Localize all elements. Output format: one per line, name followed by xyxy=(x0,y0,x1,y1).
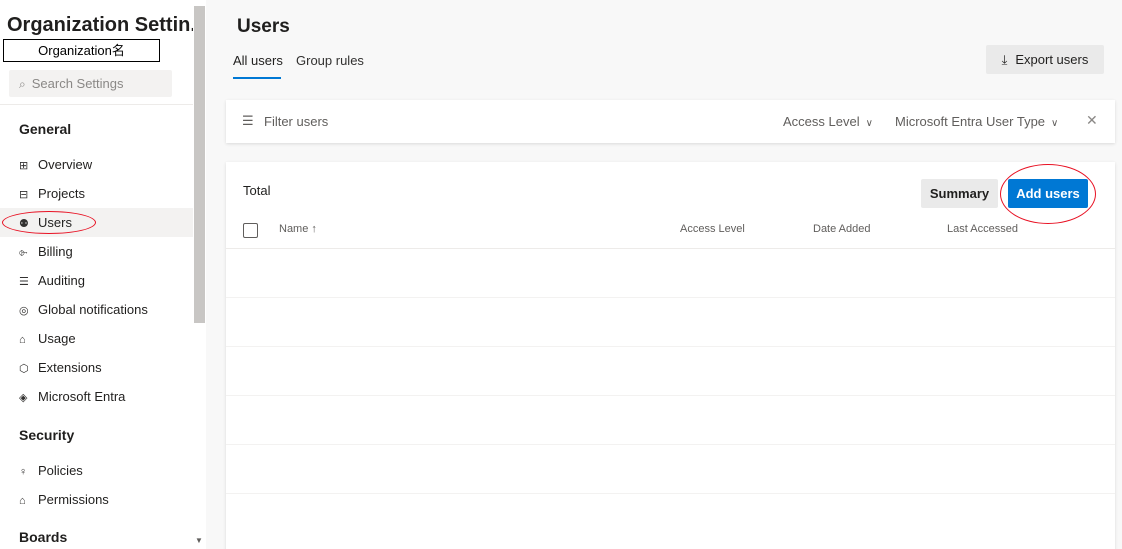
sidebar-divider xyxy=(0,104,193,105)
sidebar-item-extensions[interactable]: ⬡ Extensions xyxy=(0,353,193,382)
filter-users-input[interactable]: Filter users xyxy=(264,114,328,129)
export-users-label: Export users xyxy=(1015,52,1089,67)
row-divider xyxy=(226,444,1115,445)
usage-icon: ⌂ xyxy=(19,334,26,346)
download-icon: ⤓ xyxy=(1001,52,1008,67)
chevron-down-icon: ∨ xyxy=(1051,118,1059,129)
tab-all-users[interactable]: All users xyxy=(233,53,283,68)
row-divider xyxy=(226,297,1115,298)
annotation-ellipse xyxy=(2,211,96,234)
row-divider xyxy=(226,346,1115,347)
sidebar-item-label: Microsoft Entra xyxy=(38,389,126,404)
sidebar-item-overview[interactable]: ⊞ Overview xyxy=(0,150,193,179)
org-title: Organization Settin... xyxy=(7,14,197,36)
section-security: Security xyxy=(19,427,75,443)
close-icon[interactable]: ✕ xyxy=(1086,112,1098,129)
sidebar-scrollbar-thumb[interactable] xyxy=(194,6,205,323)
users-table-card: Total Summary Add users Name ↑ Access Le… xyxy=(226,162,1115,549)
sidebar-item-global-notifications[interactable]: ◎ Global notifications xyxy=(0,295,193,324)
section-general: General xyxy=(19,121,72,137)
sidebar-item-usage[interactable]: ⌂ Usage xyxy=(0,324,193,353)
sidebar-item-label: Global notifications xyxy=(38,302,148,317)
section-boards: Boards xyxy=(19,529,68,545)
extensions-icon: ⬡ xyxy=(19,363,29,375)
sidebar-item-label: Projects xyxy=(38,186,85,201)
projects-icon: ⊟ xyxy=(19,189,29,201)
sidebar-item-projects[interactable]: ⊟ Projects xyxy=(0,179,193,208)
search-icon: ⌕ xyxy=(19,77,26,91)
sidebar-item-label: Usage xyxy=(38,331,76,346)
sidebar-item-label: Permissions xyxy=(38,492,109,507)
sidebar-item-label: Extensions xyxy=(38,360,102,375)
row-divider xyxy=(226,395,1115,396)
main-content: Users All users Group rules ⤓ Export user… xyxy=(206,0,1122,549)
sidebar-item-billing[interactable]: ⌱ Billing xyxy=(0,237,193,266)
billing-icon: ⌱ xyxy=(19,247,28,259)
search-placeholder: Search Settings xyxy=(31,76,124,91)
access-level-label: Access Level xyxy=(783,114,860,129)
sidebar-item-label: Overview xyxy=(38,157,93,172)
tab-group-rules[interactable]: Group rules xyxy=(296,53,364,68)
annotation-ellipse xyxy=(1000,164,1096,224)
search-settings-input[interactable]: ⌕ Search Settings xyxy=(9,70,172,97)
auditing-icon: ☰ xyxy=(19,276,29,288)
select-all-checkbox[interactable] xyxy=(243,223,258,238)
column-header-name[interactable]: Name ↑ xyxy=(279,223,317,235)
overview-icon: ⊞ xyxy=(19,160,29,172)
org-name-label: Organization名 xyxy=(3,39,160,62)
total-label: Total xyxy=(243,183,271,198)
scroll-down-icon[interactable]: ▼ xyxy=(195,536,203,545)
sidebar: Organization Settin... Organization名 ⌕ Se… xyxy=(0,0,206,549)
access-level-dropdown[interactable]: Access Level ∨ xyxy=(783,114,873,129)
filter-icon: ☰ xyxy=(242,113,254,128)
column-header-date-added[interactable]: Date Added xyxy=(813,223,871,235)
sidebar-item-label: Policies xyxy=(38,463,83,478)
notifications-icon: ◎ xyxy=(19,305,29,317)
page-title: Users xyxy=(237,16,290,37)
chevron-down-icon: ∨ xyxy=(865,118,873,129)
column-header-access-level[interactable]: Access Level xyxy=(680,223,745,235)
sidebar-item-label: Billing xyxy=(38,244,73,259)
row-divider xyxy=(226,493,1115,494)
sidebar-item-auditing[interactable]: ☰ Auditing xyxy=(0,266,193,295)
policies-icon: ♀ xyxy=(19,466,28,478)
header-divider xyxy=(226,248,1115,249)
sidebar-item-label: Auditing xyxy=(38,273,85,288)
summary-button[interactable]: Summary xyxy=(921,179,998,208)
sidebar-item-permissions[interactable]: ⌂ Permissions xyxy=(0,485,193,514)
permissions-icon: ⌂ xyxy=(19,495,26,507)
sidebar-item-policies[interactable]: ♀ Policies xyxy=(0,456,193,485)
column-header-last-accessed[interactable]: Last Accessed xyxy=(947,223,1018,235)
entra-user-type-label: Microsoft Entra User Type xyxy=(895,114,1046,129)
filter-bar: ☰ Filter users Access Level ∨ Microsoft E… xyxy=(226,100,1115,143)
export-users-button[interactable]: ⤓ Export users xyxy=(986,45,1104,74)
sidebar-item-microsoft-entra[interactable]: ◈ Microsoft Entra xyxy=(0,382,193,411)
active-tab-indicator xyxy=(233,77,281,79)
entra-icon: ◈ xyxy=(19,392,28,404)
entra-user-type-dropdown[interactable]: Microsoft Entra User Type ∨ xyxy=(895,114,1058,129)
